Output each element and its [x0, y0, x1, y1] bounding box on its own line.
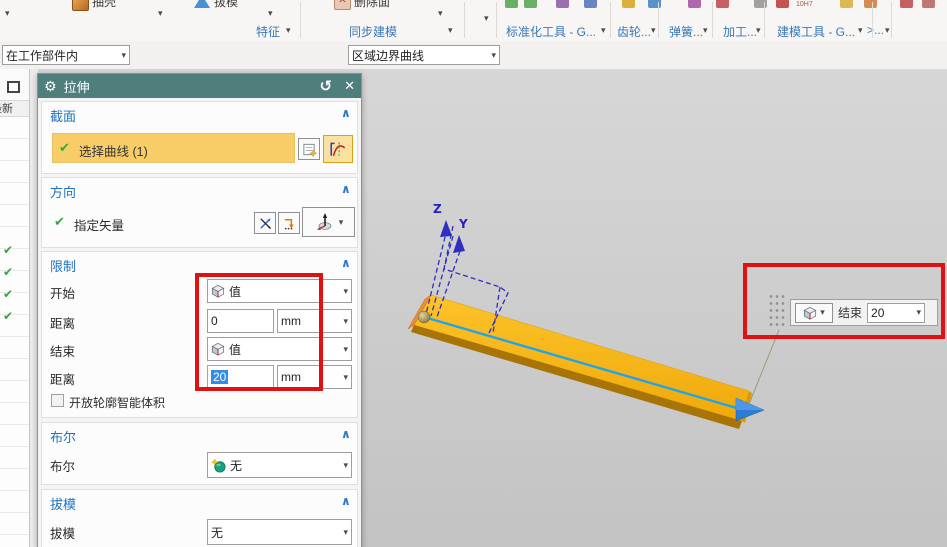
mini-toolbar: ▾ 结束 20 ▾	[790, 299, 938, 326]
check-icon: ✔	[59, 140, 70, 155]
boolean-label: 布尔	[50, 460, 76, 474]
section-centerline[interactable]	[423, 315, 741, 411]
collapse-icon[interactable]: ∧	[341, 494, 351, 508]
draft-group-header: 拔模	[50, 497, 77, 512]
caret-icon: ▾	[343, 371, 348, 382]
extrude-dialog: ⚙ 拉伸 ↺ ✕ 截面 ∧ ✔ 选择曲线 (1) 方向 ∧ ✔ 指定矢量 ▾ 限…	[37, 73, 362, 547]
section-group: 截面 ∧ ✔ 选择曲线 (1)	[41, 101, 358, 174]
direction-group-header: 方向	[50, 185, 77, 200]
start-distance-label: 距离	[50, 317, 76, 331]
start-limit-dropdown[interactable]: 值 ▾	[207, 279, 352, 303]
boolean-none-icon	[211, 458, 226, 473]
z-axis-arrowhead	[440, 220, 452, 237]
caret-icon: ▾	[343, 285, 348, 296]
end-distance-value: 20	[211, 370, 229, 384]
start-distance-value: 0	[211, 314, 218, 328]
end-unit-value: mm	[281, 370, 301, 384]
start-limit-value: 值	[229, 284, 242, 299]
caret-icon: ▾	[343, 459, 348, 470]
open-profile-checkbox[interactable]	[51, 394, 64, 407]
end-distance-input[interactable]: 20	[207, 365, 274, 389]
end-limit-dropdown[interactable]: 值 ▾	[207, 337, 352, 361]
caret-icon: ▾	[820, 307, 825, 317]
end-distance-value: 20	[871, 305, 885, 320]
y-axis-arrowhead	[453, 235, 465, 253]
collapse-icon[interactable]: ∧	[341, 106, 351, 120]
caret-icon: ▾	[343, 526, 348, 537]
caret-icon: ▾	[343, 343, 348, 354]
limits-group-header: 限制	[50, 259, 77, 274]
dialog-titlebar[interactable]: ⚙ 拉伸 ↺ ✕	[38, 74, 361, 98]
draft-value: 无	[211, 525, 224, 540]
caret-icon: ▾	[916, 307, 922, 317]
boolean-group-header: 布尔	[50, 430, 77, 445]
collapse-icon[interactable]: ∧	[341, 427, 351, 441]
check-icon: ✔	[54, 214, 65, 229]
close-icon[interactable]: ✕	[344, 78, 355, 94]
end-limit-value: 值	[229, 342, 242, 357]
collapse-icon[interactable]: ∧	[341, 256, 351, 270]
start-label: 开始	[50, 287, 76, 301]
boolean-dropdown[interactable]: 无 ▾	[207, 452, 352, 478]
draft-group: 拔模 ∧ 拔模 无 ▾	[41, 489, 358, 547]
end-label: 结束	[50, 345, 76, 359]
limits-group: 限制 ∧ 开始 值 ▾ 距离 0 mm ▾ 结束 值 ▾ 距离 20 mm ▾ …	[41, 251, 358, 418]
gear-icon: ⚙	[44, 77, 57, 94]
mini-toolbar-leader-line	[748, 329, 780, 405]
boolean-value: 无	[230, 458, 243, 473]
orient-vector-icon	[282, 216, 297, 231]
sketch-icon	[302, 142, 317, 157]
cube-icon	[803, 306, 817, 320]
vector-dialog-button[interactable]	[278, 212, 300, 234]
mini-toolbar-drag-handle[interactable]	[767, 292, 786, 329]
end-distance-field[interactable]: 20 ▾	[867, 302, 926, 323]
end-limit-label: 结束	[838, 306, 863, 320]
cube-icon	[211, 342, 225, 356]
start-unit-value: mm	[281, 314, 301, 328]
end-distance-label: 距离	[50, 373, 76, 387]
end-limit-type-button[interactable]: ▾	[795, 302, 833, 323]
z-axis-label: Z	[433, 202, 442, 216]
reverse-vector-button[interactable]	[254, 212, 276, 234]
vector-icon	[314, 212, 334, 232]
direction-group: 方向 ∧ ✔ 指定矢量 ▾	[41, 177, 358, 248]
nx-application-window: ▾ 抽壳 ▾ 拔模 ▾ ✕ 删除面 ▾ ▾ 10H7 特征 ▾ 同步建模 ▾ 标…	[0, 0, 947, 547]
y-axis-label: Y	[458, 217, 468, 231]
extrude-solid-top-face[interactable]	[413, 294, 750, 422]
draft-label: 拔模	[50, 527, 76, 541]
start-unit-dropdown[interactable]: mm ▾	[277, 309, 352, 333]
caret-icon: ▾	[343, 315, 348, 326]
open-profile-label: 开放轮廓智能体积	[69, 396, 166, 410]
collapse-icon[interactable]: ∧	[341, 182, 351, 196]
cross-vectors-icon	[258, 216, 273, 231]
caret-icon: ▾	[338, 216, 344, 227]
cube-icon	[211, 284, 225, 298]
vector-type-dropdown[interactable]: ▾	[302, 207, 355, 237]
specify-vector-label: 指定矢量	[74, 219, 125, 233]
section-curve-icon	[329, 140, 347, 158]
reset-icon[interactable]: ↺	[320, 77, 333, 95]
sketch-section-button[interactable]	[298, 138, 320, 160]
drag-handle-sphere[interactable]	[417, 310, 431, 324]
boolean-group: 布尔 ∧ 布尔 无 ▾	[41, 422, 358, 485]
section-group-header: 截面	[50, 109, 77, 124]
draft-dropdown[interactable]: 无 ▾	[207, 519, 352, 545]
start-distance-input[interactable]: 0	[207, 309, 274, 333]
dialog-title: 拉伸	[63, 79, 90, 95]
curve-select-button[interactable]	[323, 135, 353, 163]
select-curve-label: 选择曲线 (1)	[79, 145, 148, 159]
select-curve-field[interactable]: ✔ 选择曲线 (1)	[52, 133, 295, 163]
end-unit-dropdown[interactable]: mm ▾	[277, 365, 352, 389]
